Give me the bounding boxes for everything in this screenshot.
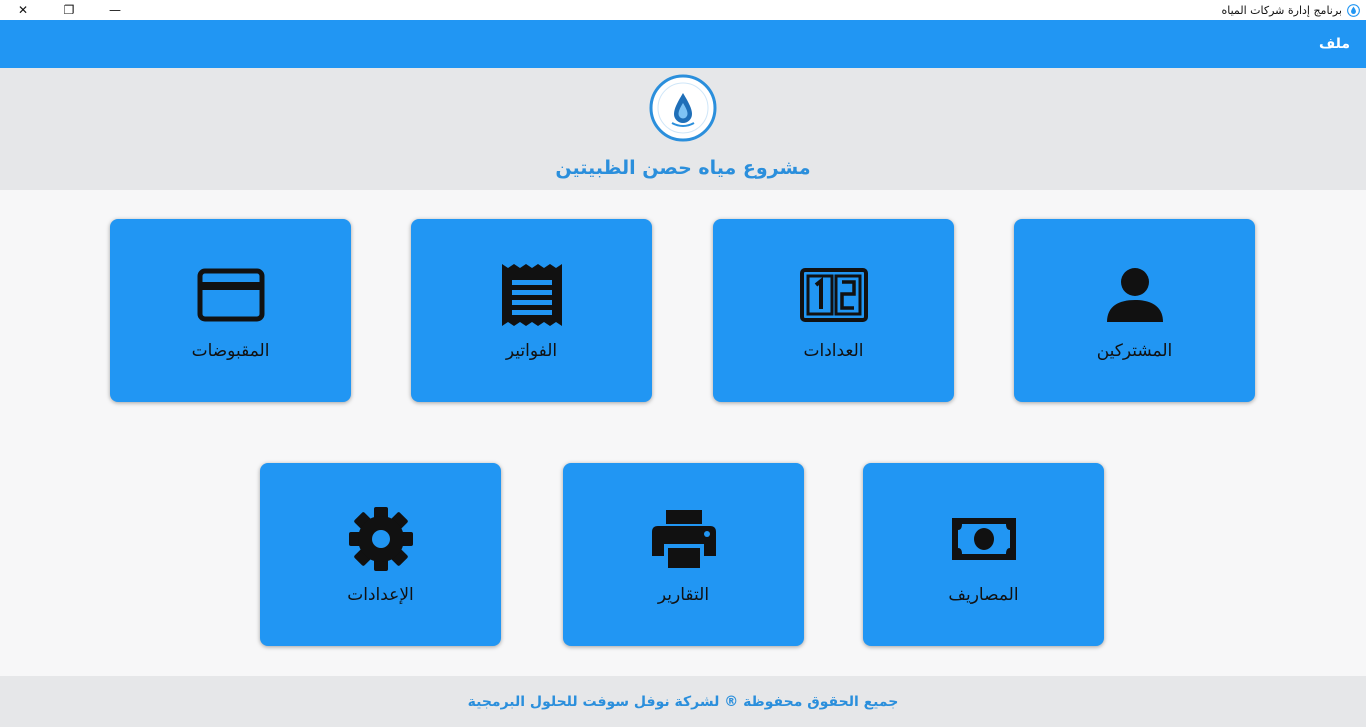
page-footer: جميع الحقوق محفوظة ® لشركة نوفل سوفت للح…	[0, 676, 1366, 727]
window-title: برنامج إدارة شركات المياه	[1221, 3, 1342, 17]
counter-icon	[798, 263, 870, 327]
water-drop-app-icon	[1347, 3, 1360, 17]
tile-label: التقارير	[657, 585, 710, 605]
tile-reports[interactable]: التقارير	[563, 463, 804, 646]
tile-expenses[interactable]: المصاريف	[863, 463, 1104, 646]
user-icon	[1099, 263, 1171, 327]
page-header: مشروع مياه حصن الظبيتين	[0, 68, 1366, 190]
printer-icon	[648, 507, 720, 571]
menu-item-file[interactable]: ملف	[1319, 36, 1350, 52]
tile-label: الفواتير	[505, 341, 558, 361]
tile-receipts[interactable]: المقبوضات	[110, 219, 351, 402]
minimize-button[interactable]: —	[92, 0, 138, 20]
tile-label: المصاريف	[948, 585, 1019, 605]
window-controls: ✕ ❐ —	[0, 0, 138, 20]
money-icon	[948, 507, 1020, 571]
credit-card-icon	[195, 263, 267, 327]
window-title-area: برنامج إدارة شركات المياه	[1221, 4, 1366, 17]
close-button[interactable]: ✕	[0, 0, 46, 20]
project-logo	[649, 74, 717, 142]
tile-invoices[interactable]: الفواتير	[411, 219, 652, 402]
menu-bar: ملف	[0, 20, 1366, 68]
project-title: مشروع مياه حصن الظبيتين	[555, 157, 811, 179]
receipt-icon	[496, 263, 568, 327]
window-titlebar: ✕ ❐ — برنامج إدارة شركات المياه	[0, 0, 1366, 20]
copyright-text: جميع الحقوق محفوظة ® لشركة نوفل سوفت للح…	[467, 693, 899, 710]
gear-icon	[345, 507, 417, 571]
tile-settings[interactable]: الإعدادات	[260, 463, 501, 646]
tile-label: المقبوضات	[191, 341, 270, 361]
maximize-button[interactable]: ❐	[46, 0, 92, 20]
tile-subscribers[interactable]: المشتركين	[1014, 219, 1255, 402]
tile-meters[interactable]: العدادات	[713, 219, 954, 402]
tile-label: العدادات	[803, 341, 864, 361]
tile-label: الإعدادات	[347, 585, 414, 605]
tile-label: المشتركين	[1096, 341, 1173, 361]
